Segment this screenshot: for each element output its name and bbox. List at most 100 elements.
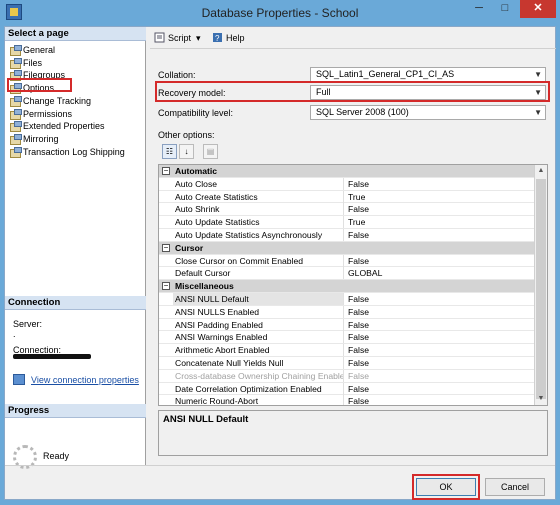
property-name: Close Cursor on Commit Enabled bbox=[173, 254, 344, 267]
property-value[interactable]: False bbox=[346, 383, 531, 395]
grid-property-row[interactable]: Auto Close False bbox=[159, 177, 535, 191]
property-value[interactable]: False bbox=[346, 255, 531, 267]
page-icon bbox=[10, 95, 22, 107]
grid-property-row[interactable]: ANSI Warnings Enabled False bbox=[159, 331, 535, 345]
toolbar: Script ▾ ? Help bbox=[150, 27, 556, 49]
property-value[interactable]: False bbox=[346, 395, 531, 405]
collation-select[interactable]: SQL_Latin1_General_CP1_CI_AS ▼ bbox=[310, 67, 546, 82]
progress-header: Progress bbox=[5, 404, 146, 418]
script-dropdown-icon[interactable]: ▾ bbox=[196, 33, 201, 44]
page-icon bbox=[10, 146, 22, 158]
maximize-button[interactable]: □ bbox=[492, 0, 518, 18]
property-name: ANSI Padding Enabled bbox=[173, 318, 344, 331]
collation-value: SQL_Latin1_General_CP1_CI_AS bbox=[316, 69, 455, 79]
property-description: ANSI NULL Default bbox=[158, 410, 548, 456]
property-value[interactable]: False bbox=[346, 293, 531, 305]
page-icon bbox=[10, 45, 22, 56]
property-value[interactable]: True bbox=[346, 216, 531, 228]
property-value[interactable]: GLOBAL bbox=[346, 267, 531, 279]
property-name: ANSI NULL Default bbox=[173, 293, 344, 305]
script-button[interactable]: Script bbox=[168, 33, 191, 43]
page-item-label: Permissions bbox=[23, 108, 73, 119]
redacted-connection-value bbox=[13, 354, 91, 359]
collapse-icon[interactable]: − bbox=[162, 243, 170, 252]
grid-category-row[interactable]: − Miscellaneous bbox=[159, 280, 535, 293]
property-value[interactable]: False bbox=[346, 306, 531, 318]
property-value[interactable]: False bbox=[346, 203, 531, 215]
page-item-label: General bbox=[23, 45, 56, 55]
grid-category-row[interactable]: − Automatic bbox=[159, 165, 535, 178]
page-item-label: Files bbox=[23, 57, 43, 68]
property-name: Cross-database Ownership Chaining Enable… bbox=[175, 369, 344, 382]
grid-property-row[interactable]: Auto Update Statistics True bbox=[159, 216, 535, 229]
grid-property-row[interactable]: Date Correlation Optimization Enabled Fal… bbox=[159, 382, 535, 396]
compatibility-level-select[interactable]: SQL Server 2008 (100) ▼ bbox=[310, 105, 546, 120]
help-button[interactable]: Help bbox=[226, 33, 245, 43]
progress-status: Ready bbox=[43, 451, 70, 461]
dialog-client: Select a page General Files Filegroups Opti… bbox=[4, 26, 556, 500]
categorized-view-icon[interactable]: ☷ bbox=[162, 144, 177, 159]
page-item-files[interactable]: Files bbox=[9, 57, 42, 69]
property-pages-icon[interactable]: ▤ bbox=[203, 144, 218, 159]
grid-property-row[interactable]: Arithmetic Abort Enabled False bbox=[159, 344, 535, 357]
connection-properties-icon bbox=[13, 374, 25, 385]
grid-scrollbar[interactable]: ▲ ▼ bbox=[534, 165, 547, 405]
help-icon: ? bbox=[213, 33, 222, 43]
page-item-transaction-log-shipping[interactable]: Transaction Log Shipping bbox=[9, 146, 125, 158]
property-name: Auto Close bbox=[173, 177, 344, 190]
property-name: Auto Shrink bbox=[173, 203, 344, 216]
page-item-label: Transaction Log Shipping bbox=[23, 146, 125, 157]
page-item-label: Extended Properties bbox=[23, 121, 105, 132]
property-value[interactable]: False bbox=[346, 178, 531, 190]
property-value[interactable]: False bbox=[346, 319, 531, 331]
options-property-grid[interactable]: − Automatic Auto Close False Auto Create Sta… bbox=[158, 164, 548, 406]
grid-property-row[interactable]: Close Cursor on Commit Enabled False bbox=[159, 254, 535, 268]
grid-property-row[interactable]: ANSI Padding Enabled False bbox=[159, 318, 535, 332]
ok-highlight-box bbox=[412, 474, 480, 500]
property-value[interactable]: False bbox=[346, 331, 531, 343]
collapse-icon[interactable]: − bbox=[162, 282, 170, 291]
property-name: Miscellaneous bbox=[175, 281, 234, 292]
property-name: ANSI Warnings Enabled bbox=[173, 331, 344, 344]
property-name: Date Correlation Optimization Enabled bbox=[173, 382, 344, 395]
page-icon bbox=[10, 108, 22, 120]
property-value[interactable]: False bbox=[346, 357, 531, 369]
dialog-footer: OK Cancel bbox=[5, 465, 555, 500]
page-item-general[interactable]: General bbox=[9, 44, 55, 56]
collation-label: Collation: bbox=[158, 70, 196, 80]
grid-property-row[interactable]: Concatenate Null Yields Null False bbox=[159, 357, 535, 370]
property-value[interactable]: True bbox=[346, 191, 531, 203]
grid-property-row[interactable]: Auto Update Statistics Asynchronously Fal… bbox=[159, 229, 535, 242]
page-icon bbox=[10, 57, 22, 69]
grid-property-row[interactable]: Auto Create Statistics True bbox=[159, 190, 535, 204]
cancel-button[interactable]: Cancel bbox=[485, 478, 545, 496]
page-item-extended-properties[interactable]: Extended Properties bbox=[9, 120, 105, 133]
scrollbar-thumb[interactable] bbox=[536, 179, 546, 399]
alphabetical-sort-icon[interactable]: ↓ bbox=[179, 144, 194, 159]
close-button[interactable]: ✕ bbox=[520, 0, 556, 18]
scroll-up-icon[interactable]: ▲ bbox=[535, 165, 547, 177]
grid-property-row[interactable]: Cross-database Ownership Chaining Enable… bbox=[159, 369, 535, 383]
property-name: Concatenate Null Yields Null bbox=[173, 357, 344, 369]
property-name: Arithmetic Abort Enabled bbox=[173, 344, 344, 357]
page-item-permissions[interactable]: Permissions bbox=[9, 108, 72, 120]
property-value[interactable]: False bbox=[346, 344, 531, 356]
grid-property-row[interactable]: Default Cursor GLOBAL bbox=[159, 267, 535, 281]
page-item-mirroring[interactable]: Mirroring bbox=[9, 133, 59, 145]
database-properties-window: Database Properties - School ─ □ ✕ Selec… bbox=[0, 0, 560, 505]
title-bar[interactable]: Database Properties - School ─ □ ✕ bbox=[0, 0, 560, 26]
property-value[interactable]: False bbox=[346, 370, 531, 382]
property-value[interactable]: False bbox=[346, 229, 531, 241]
grid-property-row[interactable]: ANSI NULLS Enabled False bbox=[159, 305, 535, 319]
grid-category-row[interactable]: − Cursor bbox=[159, 241, 535, 255]
property-name: Auto Create Statistics bbox=[173, 190, 344, 203]
grid-property-row[interactable]: ANSI NULL Default False bbox=[159, 293, 535, 306]
page-item-change-tracking[interactable]: Change Tracking bbox=[9, 95, 91, 107]
collapse-icon[interactable]: − bbox=[162, 167, 170, 175]
view-connection-properties-link[interactable]: View connection properties bbox=[31, 375, 139, 385]
minimize-button[interactable]: ─ bbox=[466, 0, 492, 18]
scroll-down-icon[interactable]: ▼ bbox=[535, 393, 547, 405]
grid-property-row[interactable]: Auto Shrink False bbox=[159, 203, 535, 217]
recovery-model-highlight-box bbox=[155, 81, 550, 102]
grid-property-row[interactable]: Numeric Round-Abort False bbox=[159, 395, 535, 405]
